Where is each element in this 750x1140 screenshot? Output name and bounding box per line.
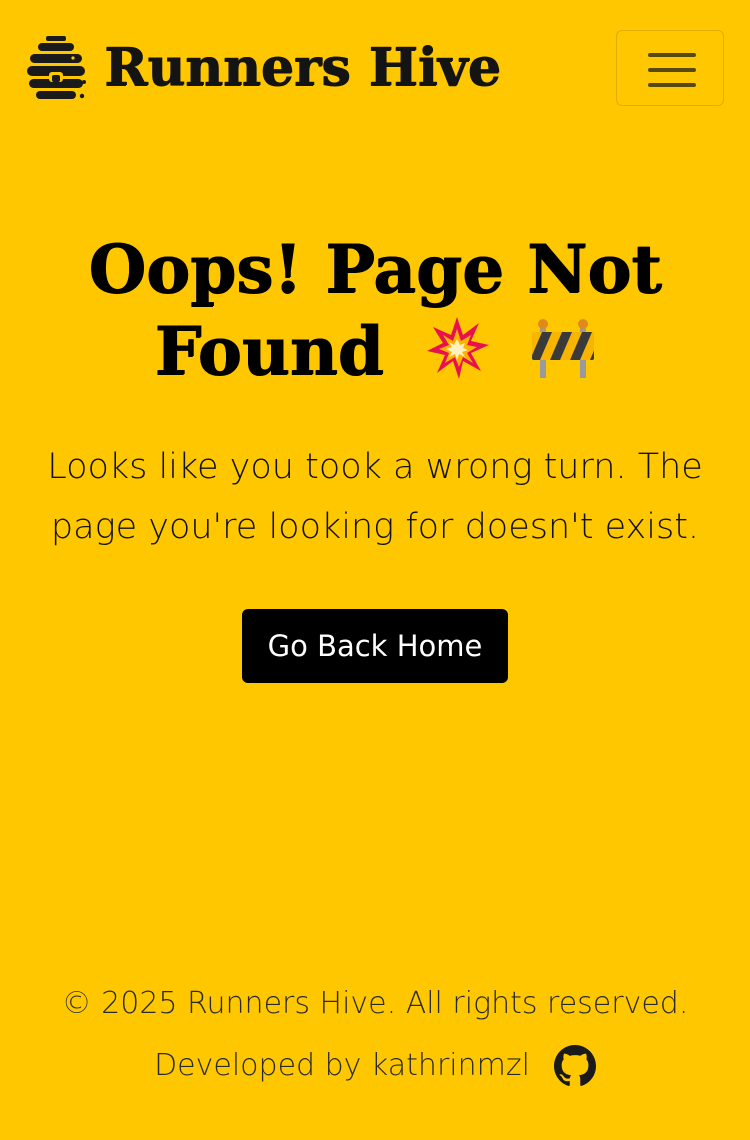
footer: © 2025 Runners Hive. All rights reserved… <box>0 980 750 1090</box>
github-link[interactable] <box>553 1045 596 1087</box>
developer-text: Developed by kathrinmzl <box>154 1048 530 1083</box>
copyright-text: © 2025 Runners Hive. All rights reserved… <box>61 986 689 1021</box>
menu-toggle-button[interactable] <box>616 30 724 106</box>
main-content: Oops! Page Not Found Looks like you took… <box>0 228 750 683</box>
beehive-icon <box>27 36 86 99</box>
brand-link[interactable]: Runners Hive <box>24 34 501 102</box>
page-title: Oops! Page Not Found <box>55 228 695 399</box>
construction-icon <box>530 316 596 398</box>
go-back-home-button[interactable]: Go Back Home <box>242 609 508 683</box>
developer-credit: Developed by kathrinmzl <box>0 1042 750 1090</box>
brand-name: Runners Hive <box>104 37 501 98</box>
explosion-icon <box>425 315 489 399</box>
error-message: Looks like you took a wrong turn. The pa… <box>47 447 703 547</box>
hamburger-menu-icon <box>648 53 696 87</box>
navbar: Runners Hive <box>0 0 750 140</box>
github-icon <box>553 1045 596 1086</box>
